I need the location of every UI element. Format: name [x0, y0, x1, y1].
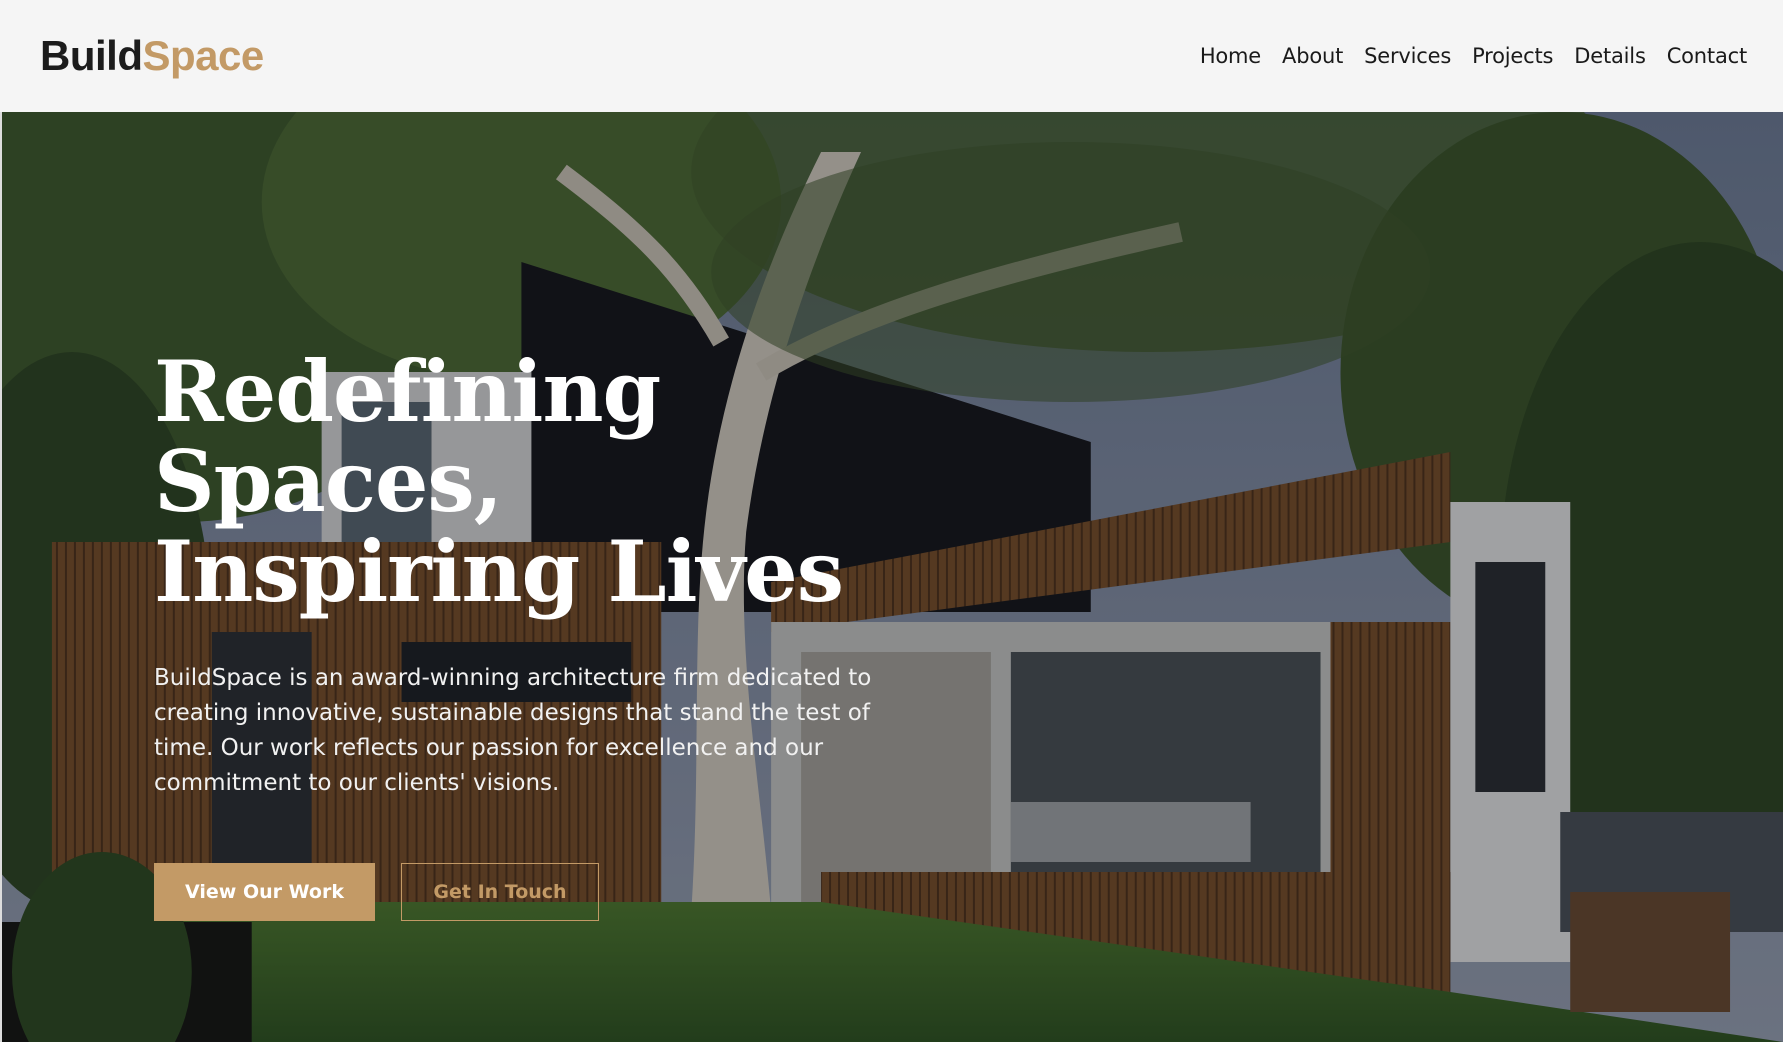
nav-link-details[interactable]: Details — [1574, 44, 1646, 68]
logo-text-space: Space — [142, 32, 264, 79]
hero-title-line-2: Inspiring Lives — [154, 522, 844, 621]
view-our-work-button[interactable]: View Our Work — [154, 863, 375, 921]
get-in-touch-button[interactable]: Get In Touch — [401, 863, 599, 921]
nav-link-about[interactable]: About — [1282, 44, 1343, 68]
hero-description: BuildSpace is an award-winning architect… — [154, 665, 872, 796]
nav-link-home[interactable]: Home — [1200, 44, 1261, 68]
nav-link-projects[interactable]: Projects — [1472, 44, 1553, 68]
site-header: BuildSpace Home About Services Projects … — [0, 0, 1783, 112]
hero-content: Redefining Spaces, Inspiring Lives Build… — [154, 347, 934, 921]
site-logo[interactable]: BuildSpace — [40, 32, 264, 80]
hero-title: Redefining Spaces, Inspiring Lives — [154, 347, 934, 617]
hero-actions: View Our Work Get In Touch — [154, 863, 934, 921]
hero-section: Redefining Spaces, Inspiring Lives Build… — [0, 112, 1783, 1042]
nav-link-contact[interactable]: Contact — [1667, 44, 1748, 68]
hero-title-line-1: Redefining Spaces, — [154, 342, 661, 531]
main-nav: Home About Services Projects Details Con… — [1200, 44, 1747, 68]
logo-text-build: Build — [40, 32, 143, 79]
nav-link-services[interactable]: Services — [1364, 44, 1451, 68]
